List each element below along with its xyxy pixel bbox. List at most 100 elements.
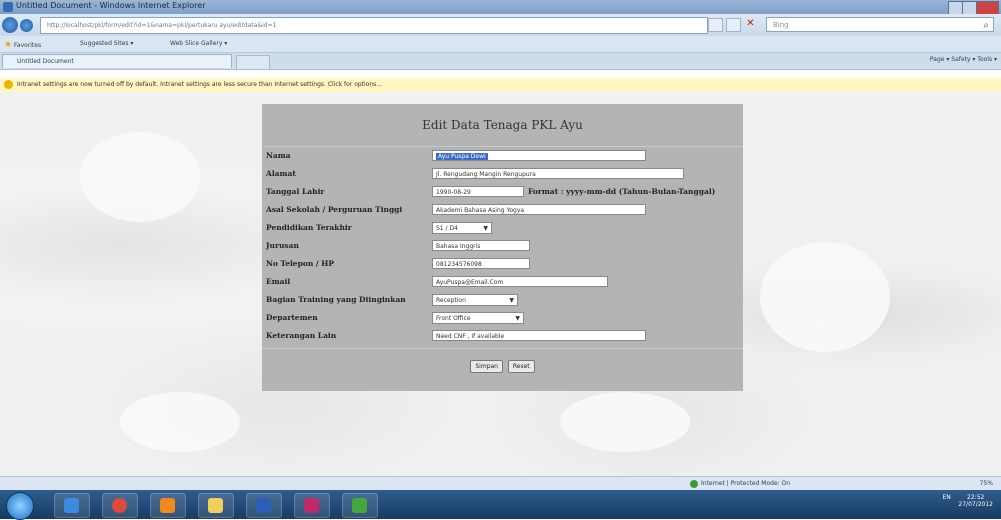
taskbar-explorer-button[interactable] <box>198 493 234 518</box>
field-row-alamat: Alamat Jl. Rengudang Mangin Rengupura <box>262 166 743 184</box>
form-buttons: Simpan Reset <box>262 360 743 373</box>
shield-warning-icon <box>4 80 13 89</box>
field-label: Alamat <box>266 169 296 178</box>
save-button[interactable]: Simpan <box>470 360 503 373</box>
search-placeholder: Bing <box>773 21 789 29</box>
address-input[interactable]: http://localhost/pkl/form/edit?id=1&nama… <box>40 17 708 34</box>
start-button[interactable] <box>6 492 34 520</box>
field-row-nama: Nama Ayu Puspa Dewi <box>262 148 743 166</box>
field-label: Nama <box>266 151 291 160</box>
taskbar-ie-button[interactable] <box>54 493 90 518</box>
field-row-tanggal-lahir: Tanggal Lahir 1990-08-29 Format : yyyy-m… <box>262 184 743 202</box>
divider <box>262 146 743 147</box>
suggested-sites-link[interactable]: Suggested Sites ▾ <box>80 40 133 47</box>
bagian-training-select[interactable]: Reception ▼ <box>432 294 518 306</box>
zoom-level[interactable]: 75% <box>980 477 993 491</box>
info-bar[interactable]: Intranet settings are now turned off by … <box>0 78 1001 93</box>
taskbar-app-button[interactable] <box>342 493 378 518</box>
asal-sekolah-input[interactable]: Akademi Bahasa Asing Yogya <box>432 204 646 215</box>
taskbar-word-button[interactable] <box>246 493 282 518</box>
field-row-departemen: Departemen Front Office ▼ <box>262 310 743 328</box>
departemen-value: Front Office <box>436 315 471 322</box>
globe-icon <box>690 479 698 488</box>
page-content: Edit Data Tenaga PKL Ayu Nama Ayu Puspa … <box>0 92 1001 476</box>
status-bar: Internet | Protected Mode: On 75% <box>0 476 1001 491</box>
field-row-asal-sekolah: Asal Sekolah / Perguruan Tinggi Akademi … <box>262 202 743 220</box>
clock-time: 22:52 <box>967 494 985 501</box>
language-indicator[interactable]: EN <box>942 494 950 501</box>
field-row-jurusan: Jurusan Bahasa Inggris <box>262 238 743 256</box>
navigation-bar: http://localhost/pkl/form/edit?id=1&nama… <box>0 14 1001 36</box>
nama-input[interactable]: Ayu Puspa Dewi <box>432 150 646 161</box>
dropdown-arrow-icon: ▼ <box>509 297 514 304</box>
app-icon <box>304 498 319 513</box>
field-label: Bagian Training yang Diinginkan <box>266 295 406 304</box>
clock[interactable]: 22:52 27/07/2012 <box>958 494 993 508</box>
address-actions: ✕ <box>708 18 758 32</box>
background-flower <box>80 132 200 222</box>
jurusan-input[interactable]: Bahasa Inggris <box>432 240 530 251</box>
stop-icon[interactable]: ✕ <box>744 18 757 30</box>
field-label: Asal Sekolah / Perguruan Tinggi <box>266 205 403 214</box>
background-flower <box>120 392 240 452</box>
ie-icon <box>3 2 13 12</box>
email-input[interactable]: AyuPuspa@Email.Com <box>432 276 608 287</box>
date-format-hint: Format : yyyy-mm-dd (Tahun-Bulan-Tanggal… <box>528 187 716 196</box>
divider <box>262 348 743 349</box>
pendidikan-select[interactable]: S1 / D4 ▼ <box>432 222 492 234</box>
background-rose <box>760 242 890 352</box>
chrome-icon <box>112 498 127 513</box>
alamat-input[interactable]: Jl. Rengudang Mangin Rengupura <box>432 168 684 179</box>
ie-icon <box>64 498 79 513</box>
field-label: No Telepon / HP <box>266 259 334 268</box>
system-tray: EN 22:52 27/07/2012 <box>942 494 993 508</box>
media-player-icon <box>160 498 175 513</box>
form-title: Edit Data Tenaga PKL Ayu <box>422 118 583 132</box>
back-button[interactable] <box>2 17 18 33</box>
security-zone[interactable]: Internet | Protected Mode: On <box>690 477 790 491</box>
field-label: Email <box>266 277 291 286</box>
word-icon <box>256 498 271 513</box>
forward-button[interactable] <box>20 19 33 32</box>
close-button[interactable] <box>976 1 1000 15</box>
maximize-button[interactable] <box>962 1 978 15</box>
tanggal-lahir-input[interactable]: 1990-08-29 <box>432 186 524 197</box>
new-tab-button[interactable] <box>236 55 270 70</box>
window-title-bar: Untitled Document - Windows Internet Exp… <box>0 0 1001 15</box>
nama-value: Ayu Puspa Dewi <box>436 153 488 160</box>
departemen-select[interactable]: Front Office ▼ <box>432 312 524 324</box>
search-input[interactable]: Bing ⌕ <box>766 17 994 32</box>
security-zone-text: Internet | Protected Mode: On <box>701 480 791 487</box>
field-label: Keterangan Lain <box>266 331 337 340</box>
taskbar-media-button[interactable] <box>150 493 186 518</box>
search-icon[interactable]: ⌕ <box>983 18 989 33</box>
pendidikan-value: S1 / D4 <box>436 225 458 232</box>
web-slice-gallery-link[interactable]: Web Slice Gallery ▾ <box>170 40 227 47</box>
field-label: Jurusan <box>266 241 299 250</box>
minimize-button[interactable] <box>948 1 964 15</box>
tab-untitled-document[interactable]: Untitled Document <box>2 54 232 68</box>
compatibility-icon[interactable] <box>708 18 723 32</box>
app-icon <box>352 498 367 513</box>
taskbar-app-button[interactable] <box>294 493 330 518</box>
taskbar-chrome-button[interactable] <box>102 493 138 518</box>
field-row-email: Email AyuPuspa@Email.Com <box>262 274 743 292</box>
window-title: Untitled Document - Windows Internet Exp… <box>16 1 206 10</box>
favorites-button[interactable]: ★ Favorites <box>4 40 41 50</box>
window-controls <box>948 1 1000 15</box>
reset-button[interactable]: Reset <box>507 360 535 373</box>
taskbar: EN 22:52 27/07/2012 <box>0 490 1001 520</box>
dropdown-arrow-icon: ▼ <box>515 315 520 322</box>
edit-form-panel: Edit Data Tenaga PKL Ayu Nama Ayu Puspa … <box>262 104 743 391</box>
command-bar[interactable]: Page ▾ Safety ▾ Tools ▾ <box>930 56 997 63</box>
refresh-icon[interactable] <box>726 18 741 32</box>
field-label: Pendidikan Terakhir <box>266 223 352 232</box>
keterangan-input[interactable]: Need CNF , if available <box>432 330 646 341</box>
favorites-bar: ★ Favorites Suggested Sites ▾ Web Slice … <box>0 36 1001 53</box>
field-row-pendidikan: Pendidikan Terakhir S1 / D4 ▼ <box>262 220 743 238</box>
field-row-bagian-training: Bagian Training yang Diinginkan Receptio… <box>262 292 743 310</box>
bagian-training-value: Reception <box>436 297 466 304</box>
info-bar-message: Intranet settings are now turned off by … <box>17 81 383 88</box>
clock-date: 27/07/2012 <box>958 501 993 508</box>
telepon-input[interactable]: 081234576098 <box>432 258 530 269</box>
